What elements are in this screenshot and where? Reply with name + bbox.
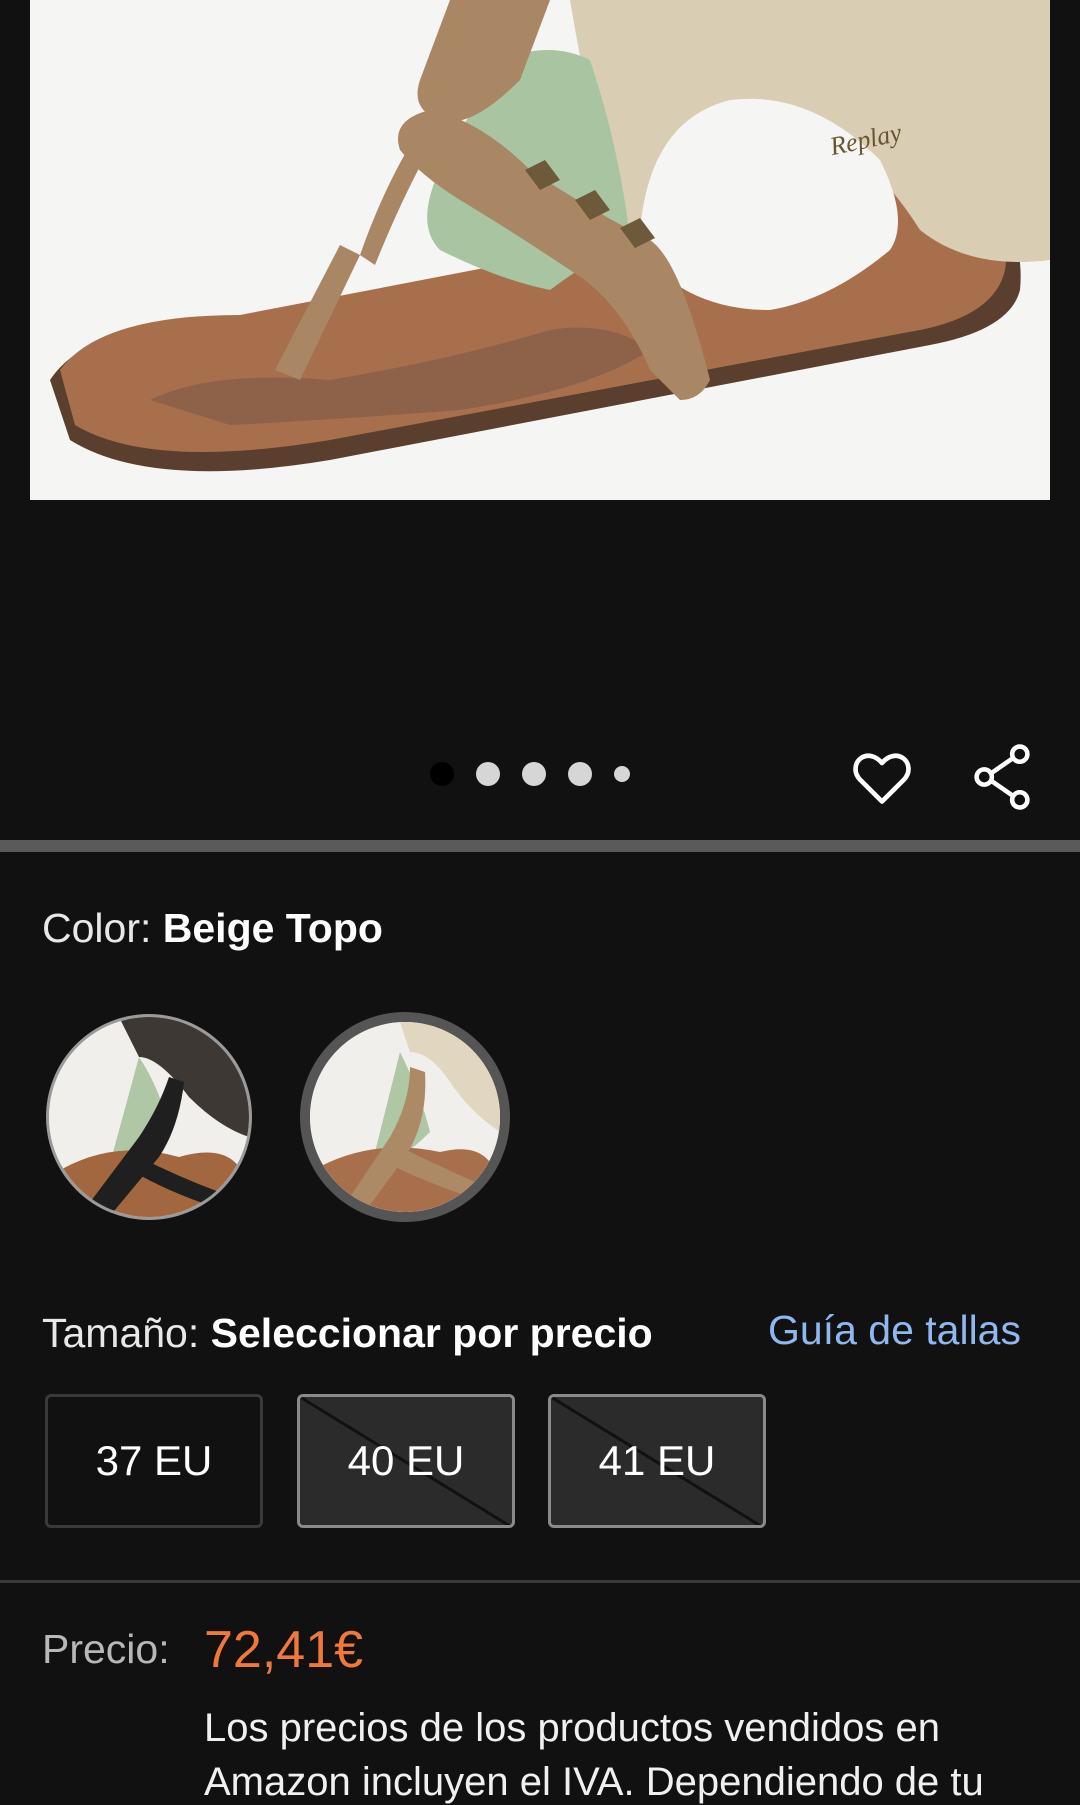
size-label-prefix: Tamaño:	[42, 1310, 211, 1356]
price-divider	[0, 1580, 1080, 1583]
size-option-label: 40 EU	[347, 1437, 465, 1484]
selected-color-value: Beige Topo	[162, 905, 383, 951]
price-value: 72,41€	[204, 1621, 364, 1679]
size-option-41-unavailable[interactable]: 41 EU	[548, 1394, 766, 1528]
favorite-button[interactable]	[850, 745, 914, 809]
size-guide-link[interactable]: Guía de tallas	[768, 1307, 1021, 1354]
color-label-prefix: Color:	[42, 905, 163, 951]
color-swatch-beige-topo[interactable]	[300, 1012, 510, 1222]
size-label: Tamaño: Seleccionar por precio	[42, 1310, 653, 1357]
pager-dot-5[interactable]	[614, 766, 630, 782]
pager-dot-1[interactable]	[430, 762, 454, 786]
price-label: Precio:	[42, 1626, 170, 1672]
size-option-label: 41 EU	[598, 1437, 716, 1484]
size-option-label: 37 EU	[95, 1437, 213, 1484]
selected-size-value: Seleccionar por precio	[210, 1310, 653, 1356]
size-option-40-unavailable[interactable]: 40 EU	[297, 1394, 515, 1528]
size-option-37[interactable]: 37 EU	[45, 1394, 263, 1528]
price-note: Los precios de los productos vendidos en	[204, 1706, 941, 1750]
section-divider	[0, 840, 1080, 852]
heart-outline-icon	[853, 753, 911, 804]
image-pager[interactable]	[430, 762, 630, 786]
pager-dot-2[interactable]	[476, 762, 500, 786]
share-button[interactable]	[970, 744, 1034, 810]
pager-dot-3[interactable]	[522, 762, 546, 786]
color-label: Color: Beige Topo	[42, 905, 383, 952]
color-swatch-black[interactable]	[46, 1014, 252, 1220]
share-icon	[974, 744, 1030, 810]
price-note-continued: Amazon incluyen el IVA. Dependiendo de t…	[204, 1760, 984, 1804]
pager-dot-4[interactable]	[568, 762, 592, 786]
product-image[interactable]: Replay	[30, 0, 1050, 500]
